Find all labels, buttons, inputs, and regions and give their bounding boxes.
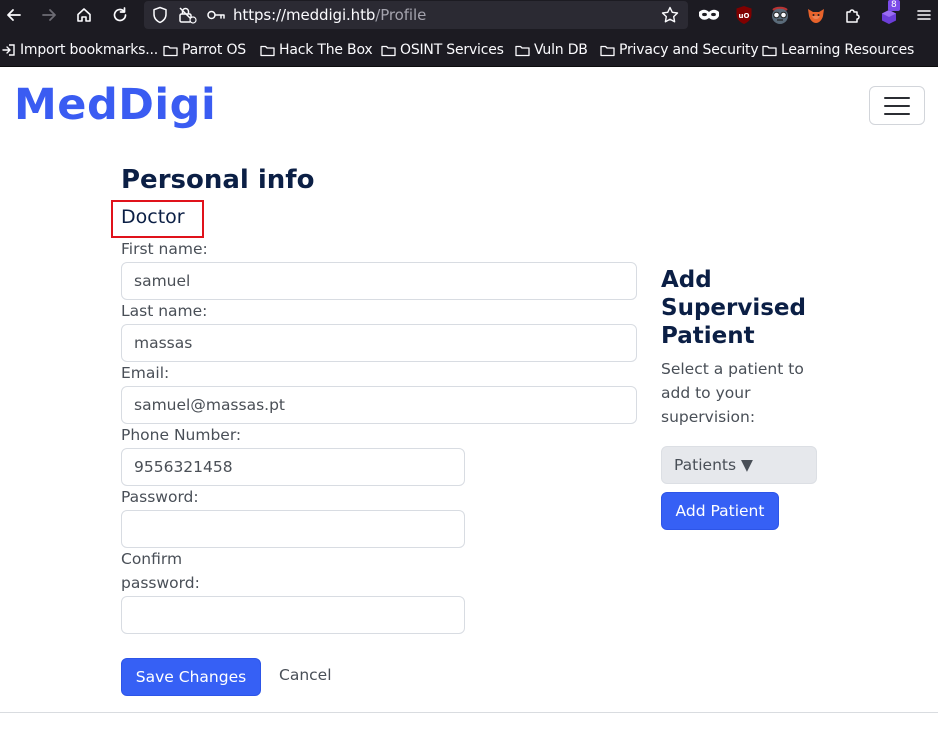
confirm-password-input[interactable] xyxy=(121,596,465,634)
bookmark-label: Hack The Box xyxy=(279,42,373,58)
browser-toolbar: https://meddigi.htb/Profile uO 8 xyxy=(0,0,938,31)
bookmark-star-icon[interactable] xyxy=(660,5,680,25)
last-name-input[interactable]: massas xyxy=(121,324,637,362)
url-text: https://meddigi.htb/Profile xyxy=(233,6,426,24)
insecure-lock-icon[interactable] xyxy=(177,5,197,25)
extension-badge: 8 xyxy=(888,0,900,11)
first-name-label: First name: xyxy=(121,240,208,258)
brand-logo[interactable]: MedDigi xyxy=(14,80,216,130)
bookmark-label: Vuln DB xyxy=(534,42,588,58)
bookmark-label: Import bookmarks... xyxy=(20,42,158,58)
first-name-input[interactable]: samuel xyxy=(121,262,637,300)
folder-icon xyxy=(515,45,530,56)
supervise-text-line: supervision: xyxy=(661,408,756,426)
save-changes-button[interactable]: Save Changes xyxy=(121,658,261,696)
fox-icon xyxy=(808,9,824,23)
bookmarks-bar: Import bookmarks... Parrot OS Hack The B… xyxy=(0,31,938,67)
bookmark-label: Privacy and Security xyxy=(619,42,759,58)
toggler-bar xyxy=(884,104,910,107)
navbar-toggler-button[interactable] xyxy=(869,86,925,125)
password-label: Password: xyxy=(121,488,199,506)
cancel-link[interactable]: Cancel xyxy=(279,666,332,684)
home-button[interactable] xyxy=(72,3,96,27)
hamburger-menu-icon xyxy=(917,10,931,20)
ext-private-mask[interactable] xyxy=(697,3,721,27)
ext-ublock[interactable]: uO xyxy=(732,3,756,27)
supervise-title: Add Supervised Patient xyxy=(661,266,841,350)
svg-text:uO: uO xyxy=(739,12,750,20)
email-input[interactable]: samuel@massas.pt xyxy=(121,386,637,424)
toggler-bar xyxy=(884,96,910,99)
glasses-face-icon xyxy=(772,6,788,24)
ext-privacy-badger[interactable] xyxy=(768,3,792,27)
confirm-label-line: Confirm xyxy=(121,550,183,568)
puzzle-icon xyxy=(846,9,860,23)
folder-icon xyxy=(163,45,178,56)
bookmark-import[interactable]: Import bookmarks... xyxy=(2,40,158,60)
footer-divider xyxy=(0,712,938,713)
app-menu-button[interactable] xyxy=(912,3,936,27)
bookmark-parrot-os[interactable]: Parrot OS xyxy=(163,40,246,60)
folder-icon xyxy=(381,45,396,56)
extensions-button[interactable] xyxy=(841,3,865,27)
shield-icon xyxy=(153,6,167,24)
bookmark-label: Learning Resources xyxy=(781,42,915,58)
phone-input[interactable]: 9556321458 xyxy=(121,448,465,486)
password-input[interactable] xyxy=(121,510,465,548)
email-label: Email: xyxy=(121,364,170,382)
user-role: Doctor xyxy=(121,206,185,228)
site-navbar: MedDigi xyxy=(0,67,938,145)
patients-dropdown[interactable]: Patients ▼ xyxy=(661,446,817,484)
supervise-title-line: Add xyxy=(661,267,712,293)
folder-icon xyxy=(260,45,275,56)
forward-button[interactable] xyxy=(37,3,61,27)
supervise-text-line: add to your xyxy=(661,384,751,402)
bookmark-vuln-db[interactable]: Vuln DB xyxy=(515,40,588,60)
bookmark-learning-resources[interactable]: Learning Resources xyxy=(762,40,914,60)
folder-icon xyxy=(600,45,615,56)
add-patient-button[interactable]: Add Patient xyxy=(661,492,779,530)
ublock-shield-icon: uO xyxy=(736,6,752,24)
url-path: /Profile xyxy=(375,6,427,24)
supervise-title-line: Supervised xyxy=(661,295,806,321)
bookmark-privacy-security[interactable]: Privacy and Security xyxy=(600,40,759,60)
confirm-label-line: password: xyxy=(121,574,200,592)
bookmark-osint-services[interactable]: OSINT Services xyxy=(381,40,504,60)
last-name-label: Last name: xyxy=(121,302,208,320)
phone-label: Phone Number: xyxy=(121,426,242,444)
reload-button[interactable] xyxy=(108,3,132,27)
url-host: https://meddigi.htb xyxy=(233,6,376,24)
ext-foxyproxy[interactable] xyxy=(804,3,828,27)
forward-arrow-icon xyxy=(42,9,56,21)
key-permission-icon[interactable] xyxy=(206,6,226,24)
mask-icon xyxy=(699,9,719,20)
ext-hackbar[interactable]: 8 xyxy=(877,0,901,27)
bookmark-hack-the-box[interactable]: Hack The Box xyxy=(260,40,373,60)
import-icon xyxy=(2,44,15,56)
confirm-password-label: Confirm password: xyxy=(121,547,200,595)
folder-icon xyxy=(762,45,777,56)
supervise-description: Select a patient to add to your supervis… xyxy=(661,357,831,429)
url-bar[interactable]: https://meddigi.htb/Profile xyxy=(144,1,688,29)
toggler-bar xyxy=(884,112,910,115)
reload-icon xyxy=(113,7,127,22)
back-button[interactable] xyxy=(2,3,26,27)
back-arrow-icon xyxy=(7,9,21,21)
supervise-title-line: Patient xyxy=(661,323,755,349)
bookmark-label: Parrot OS xyxy=(182,42,246,58)
home-icon xyxy=(77,8,91,22)
supervise-text-line: Select a patient to xyxy=(661,360,804,378)
page-title: Personal info xyxy=(121,165,315,195)
bookmark-label: OSINT Services xyxy=(400,42,504,58)
